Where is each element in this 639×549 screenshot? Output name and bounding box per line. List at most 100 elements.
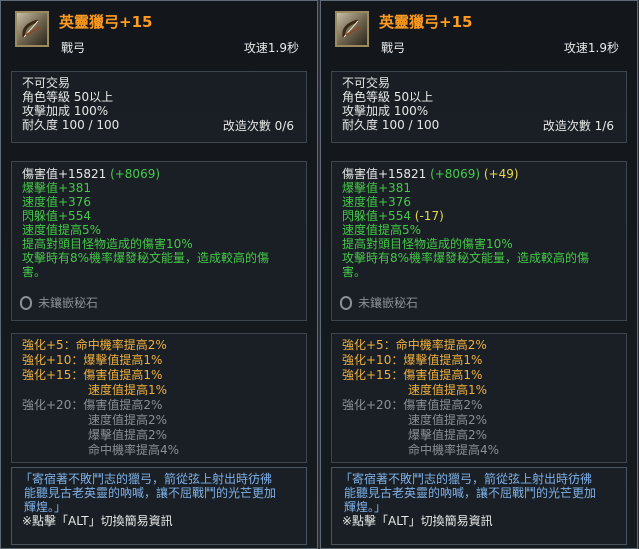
lore-line: 能聽見古老英靈的吶喊，讓不屈戰鬥的光芒更加 (344, 486, 597, 500)
effect-boss-damage: 提高對頭目怪物造成的傷害10% (342, 237, 513, 251)
enhance-label: 強化+5： (342, 338, 396, 352)
enhance-row: 速度值提高1% (342, 383, 626, 398)
basic-info-section: 不可交易 角色等級 50以上 攻擊加成 100% 耐久度 100 / 100 改… (331, 71, 627, 143)
item-tooltip-panel: 英靈獵弓+15 戰弓 攻速1.9秒 不可交易 角色等級 50以上 攻擊加成 10… (320, 0, 638, 549)
gem-socket-label: 未鑲嵌秘石 (358, 296, 419, 310)
enhance-row: 強化+15：傷害值提高1% (342, 368, 626, 383)
lore-section: 「寄宿著不敗鬥志的獵弓，箭從弦上射出時彷彿 能聽見古老英靈的吶喊，讓不屈戰鬥的光… (11, 467, 307, 545)
enhance-text: 傷害值提高1% (83, 368, 163, 382)
gem-socket-label: 未鑲嵌秘石 (38, 296, 99, 310)
lore-line: 輝煌。」 (24, 500, 67, 514)
enhance-text: 爆擊值提高2% (408, 428, 488, 442)
enhance-row: 爆擊值提高2% (342, 428, 626, 443)
stat-line: 閃躲值+554 (-17) (342, 209, 626, 223)
gem-socket-row: 未鑲嵌秘石 (340, 296, 418, 310)
effect-rune-proc-cont: 害。 (22, 265, 47, 279)
stat-crit: 爆擊值+381 (342, 181, 411, 195)
stats-section: 傷害值+15821 (+8069) (+49) 爆擊值+381 速度值+376 … (331, 161, 627, 321)
effect-rune-proc-cont: 害。 (342, 265, 367, 279)
attack-bonus: 攻擊加成 100% (22, 104, 109, 118)
item-name: 英靈獵弓+15 (379, 13, 473, 31)
bow-icon (335, 11, 369, 47)
enhance-text: 速度值提高1% (408, 383, 488, 397)
stat-line: 爆擊值+381 (22, 181, 306, 195)
enhance-row: 強化+20：傷害值提高2% (22, 398, 306, 413)
untradeable-text: 不可交易 (22, 76, 71, 90)
stat-line: 速度值+376 (22, 195, 306, 209)
enhance-label: 強化+10： (22, 353, 84, 367)
enhance-text: 傷害值提高2% (403, 398, 483, 412)
enhance-row: 強化+10：爆擊值提高1% (342, 353, 626, 368)
attack-speed: 攻速1.9秒 (243, 41, 299, 55)
enhance-label: 強化+20： (342, 398, 404, 412)
damage-value: 傷害值+15821 (22, 167, 107, 181)
enhance-label: 強化+10： (342, 353, 404, 367)
enhance-text: 爆擊值提高2% (88, 428, 168, 442)
stat-dodge-extra: (-17) (414, 209, 444, 223)
enhance-text: 命中機率提高2% (75, 338, 167, 352)
lore-line: 輝煌。」 (344, 500, 387, 514)
item-name: 英靈獵弓+15 (59, 13, 153, 31)
enhance-text: 速度值提高2% (88, 413, 168, 427)
bow-icon (15, 11, 49, 47)
lore-section: 「寄宿著不敗鬥志的獵弓，箭從弦上射出時彷彿 能聽見古老英靈的吶喊，讓不屈戰鬥的光… (331, 467, 627, 545)
stat-speed-pct: 速度值提高5% (342, 223, 422, 237)
tooltip-header: 英靈獵弓+15 戰弓 攻速1.9秒 (331, 5, 627, 67)
stat-dodge: 閃躲值+554 (342, 209, 411, 223)
enhance-label: 強化+15： (342, 368, 404, 382)
reform-count: 改造次數 1/6 (542, 119, 614, 133)
enhance-text: 速度值提高2% (408, 413, 488, 427)
enhance-row: 強化+5：命中機率提高2% (22, 338, 306, 353)
enhance-row: 強化+15：傷害值提高1% (22, 368, 306, 383)
lore-line: 「寄宿著不敗鬥志的獵弓，箭從弦上射出時彷彿 (20, 472, 273, 486)
effect-rune-proc: 攻擊時有8%機率爆發秘文能量，造成較高的傷 (342, 251, 590, 265)
enhance-row: 命中機率提高4% (22, 443, 306, 458)
basic-info-section: 不可交易 角色等級 50以上 攻擊加成 100% 耐久度 100 / 100 改… (11, 71, 307, 143)
stat-dodge: 閃躲值+554 (22, 209, 91, 223)
enhance-text: 傷害值提高2% (83, 398, 163, 412)
damage-bonus: (+8069) (110, 167, 161, 181)
damage-extra: (+49) (483, 167, 519, 181)
lore-line: 「寄宿著不敗鬥志的獵弓，箭從弦上射出時彷彿 (340, 472, 593, 486)
stat-line: 速度值提高5% (342, 223, 626, 237)
enhance-text: 命中機率提高2% (395, 338, 487, 352)
enhance-text: 爆擊值提高1% (83, 353, 163, 367)
effect-boss-damage: 提高對頭目怪物造成的傷害10% (22, 237, 193, 251)
attack-speed: 攻速1.9秒 (563, 41, 619, 55)
stat-speed: 速度值+376 (22, 195, 91, 209)
enhance-label: 強化+15： (22, 368, 84, 382)
enhance-label: 強化+20： (22, 398, 84, 412)
enhance-text: 命中機率提高4% (88, 443, 180, 457)
enhance-text: 速度值提高1% (88, 383, 168, 397)
damage-value: 傷害值+15821 (342, 167, 427, 181)
lore-line: 能聽見古老英靈的吶喊，讓不屈戰鬥的光芒更加 (24, 486, 277, 500)
enhance-row: 強化+10：爆擊值提高1% (22, 353, 306, 368)
untradeable-text: 不可交易 (342, 76, 391, 90)
damage-line: 傷害值+15821 (+8069) (+49) (342, 167, 626, 181)
alt-hint: ※點擊「ALT」切換簡易資訊 (22, 514, 173, 528)
level-requirement: 角色等級 50以上 (342, 90, 434, 104)
enhance-text: 傷害值提高1% (403, 368, 483, 382)
enhance-section: 強化+5：命中機率提高2% 強化+10：爆擊值提高1% 強化+15：傷害值提高1… (11, 333, 307, 463)
weapon-type: 戰弓 (381, 41, 406, 55)
stat-speed-pct: 速度值提高5% (22, 223, 102, 237)
tooltip-header: 英靈獵弓+15 戰弓 攻速1.9秒 (11, 5, 307, 67)
enhance-row: 速度值提高2% (22, 413, 306, 428)
stat-line: 速度值+376 (342, 195, 626, 209)
enhance-section: 強化+5：命中機率提高2% 強化+10：爆擊值提高1% 強化+15：傷害值提高1… (331, 333, 627, 463)
stats-section: 傷害值+15821 (+8069) 爆擊值+381 速度值+376 閃躲值+55… (11, 161, 307, 321)
enhance-row: 速度值提高1% (22, 383, 306, 398)
stat-line: 爆擊值+381 (342, 181, 626, 195)
enhance-row: 強化+5：命中機率提高2% (342, 338, 626, 353)
stat-crit: 爆擊值+381 (22, 181, 91, 195)
stat-speed: 速度值+376 (342, 195, 411, 209)
enhance-row: 速度值提高2% (342, 413, 626, 428)
level-requirement: 角色等級 50以上 (22, 90, 114, 104)
enhance-row: 爆擊值提高2% (22, 428, 306, 443)
damage-bonus: (+8069) (430, 167, 481, 181)
damage-line: 傷害值+15821 (+8069) (22, 167, 306, 181)
enhance-text: 命中機率提高4% (408, 443, 500, 457)
attack-bonus: 攻擊加成 100% (342, 104, 429, 118)
enhance-label: 強化+5： (22, 338, 76, 352)
reform-count: 改造次數 0/6 (222, 119, 294, 133)
